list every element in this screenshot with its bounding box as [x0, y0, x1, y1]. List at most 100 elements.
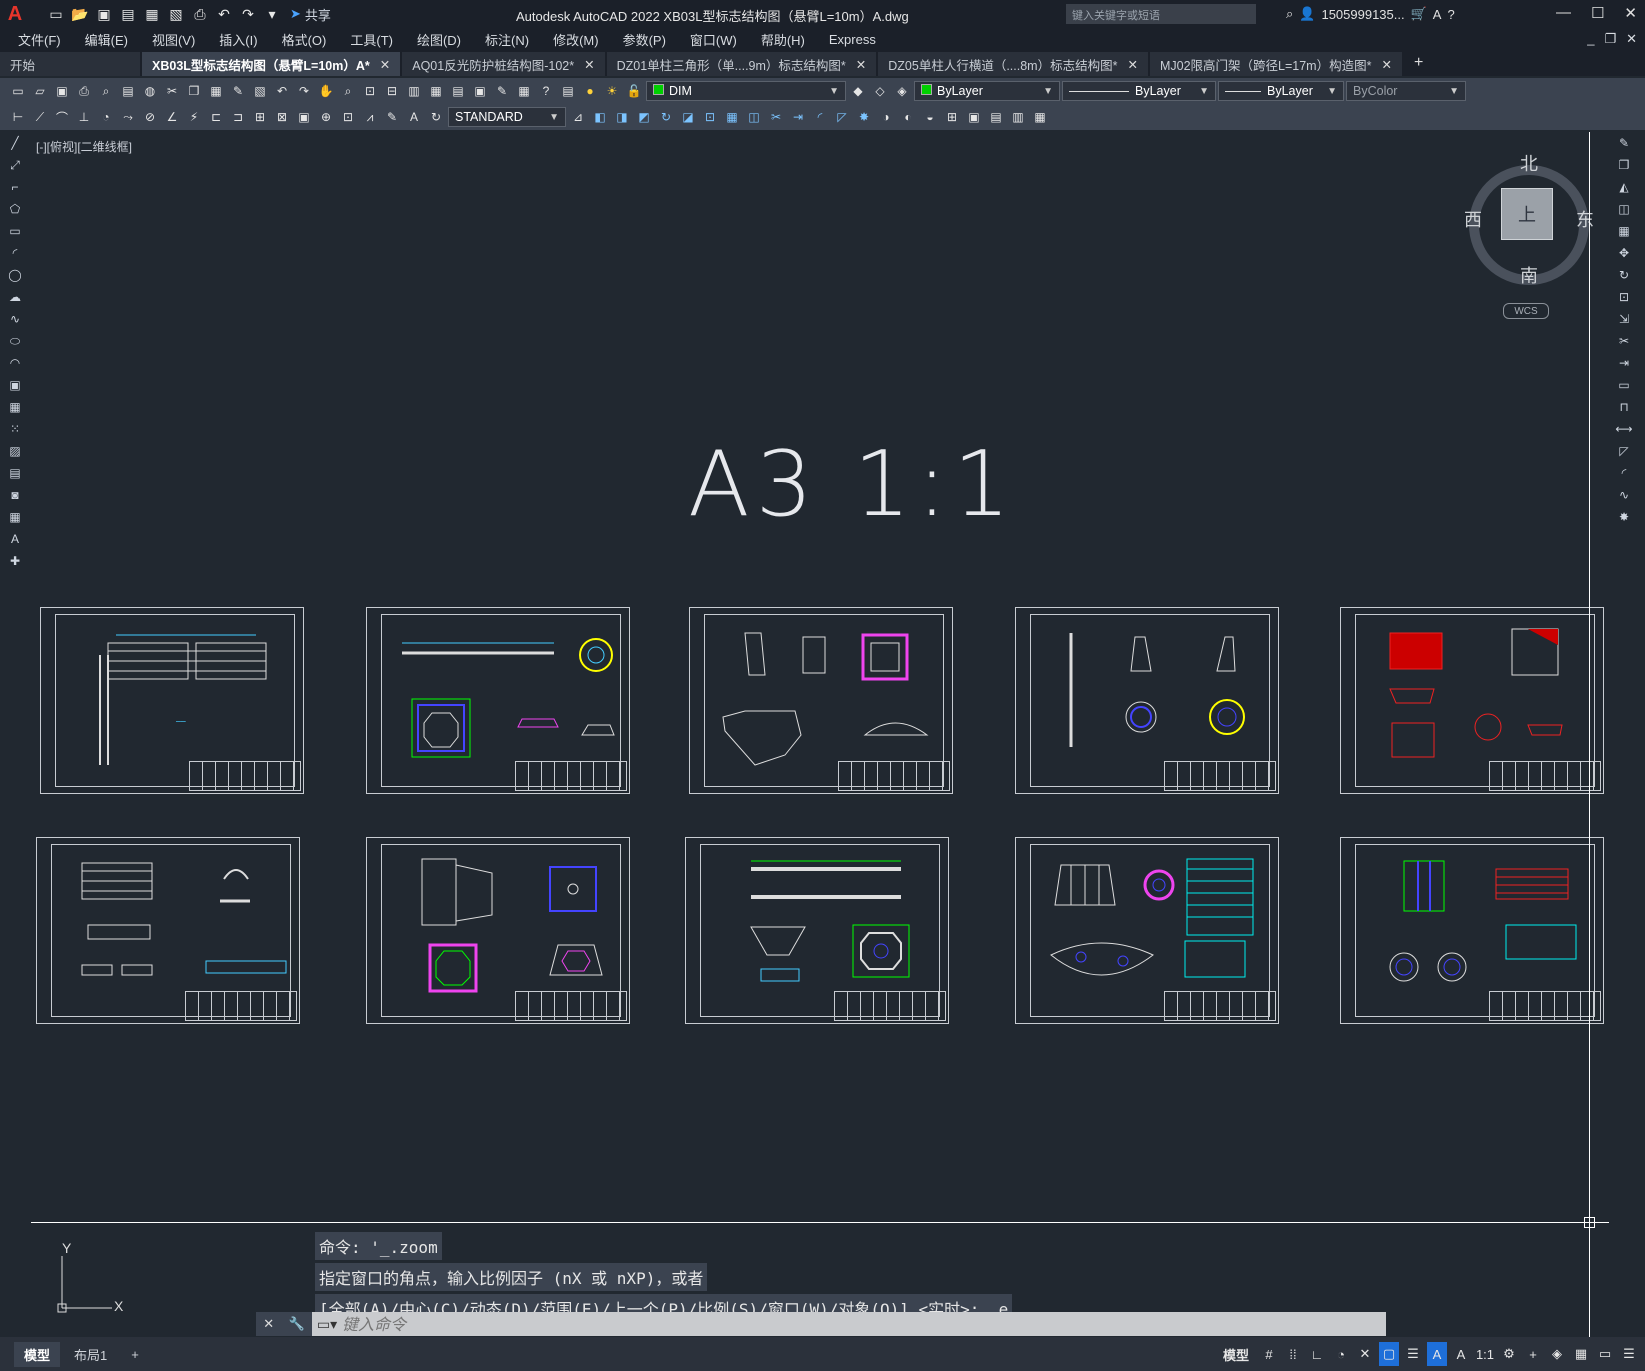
erase-icon[interactable]: ✎ — [1610, 132, 1638, 154]
drawing-sheet[interactable] — [689, 607, 953, 794]
construction-line-icon[interactable]: ⤢ — [0, 154, 30, 176]
tool-palettes-icon[interactable]: ▤ — [448, 81, 468, 101]
ellipse-icon[interactable]: ⬭ — [0, 330, 30, 352]
add-layout-icon[interactable]: + — [121, 1344, 149, 1365]
new-tab-icon[interactable]: + — [1404, 50, 1433, 76]
rotate-modify-icon[interactable]: ↻ — [1610, 264, 1638, 286]
menu-modify[interactable]: 修改(M) — [553, 30, 599, 49]
clean-screen-icon[interactable]: ▭ — [1595, 1342, 1615, 1366]
polyline-icon[interactable]: ⌐ — [0, 176, 30, 198]
zoom-realtime-icon[interactable]: ⌕ — [338, 81, 358, 101]
user-account[interactable]: ⌕ 👤 1505999135... 🛒 A ? — [1286, 6, 1455, 22]
insert-block-draw-icon[interactable]: ▣ — [0, 374, 30, 396]
offset-icon[interactable]: ◫ — [744, 107, 764, 127]
tab-xb03l[interactable]: XB03L型标志结构图（悬臂L=10m）A* ✕ — [142, 52, 401, 76]
annotation-visibility-icon[interactable]: A — [1427, 1342, 1447, 1366]
lineweight-icon[interactable]: ☰ — [1403, 1342, 1423, 1366]
intersect-icon[interactable]: ◒ — [920, 107, 940, 127]
layer-properties-icon[interactable]: ▤ — [558, 81, 578, 101]
close-tab-icon[interactable]: ✕ — [380, 57, 390, 72]
dim-radius-icon[interactable]: ◔ — [96, 107, 116, 127]
hatch-icon[interactable]: ▨ — [0, 440, 30, 462]
mirror-icon[interactable]: ◪ — [678, 107, 698, 127]
refedit-icon[interactable]: ▦ — [1030, 107, 1050, 127]
line-icon[interactable]: ╱ — [0, 132, 30, 154]
close-icon[interactable]: ✕ — [1624, 4, 1637, 22]
a360-icon[interactable]: A — [1433, 7, 1442, 22]
layer-freeze-icon[interactable]: ☀ — [602, 81, 622, 101]
offset-modify-icon[interactable]: ◫ — [1610, 198, 1638, 220]
union-icon[interactable]: ◑ — [876, 107, 896, 127]
menu-edit[interactable]: 编辑(E) — [85, 30, 128, 49]
copy-modify-icon[interactable]: ❐ — [1610, 154, 1638, 176]
chamfer-icon[interactable]: ◸ — [832, 107, 852, 127]
doc-minimize-icon[interactable]: _ — [1587, 31, 1594, 47]
polygon-icon[interactable]: ⬠ — [0, 198, 30, 220]
pan-icon[interactable]: ✋ — [316, 81, 336, 101]
close-command-icon[interactable]: ✕ — [263, 1316, 274, 1332]
polar-icon[interactable]: ◔ — [1331, 1342, 1351, 1366]
open-drawing-icon[interactable]: ▱ — [30, 81, 50, 101]
stretch-icon[interactable]: ◩ — [634, 107, 654, 127]
extend-modify-icon[interactable]: ⇥ — [1610, 352, 1638, 374]
arc-icon[interactable]: ◜ — [0, 242, 30, 264]
gradient-icon[interactable]: ▤ — [0, 462, 30, 484]
ellipse-arc-icon[interactable]: ◠ — [0, 352, 30, 374]
dim-aligned-icon[interactable]: ⟋ — [30, 107, 50, 127]
customize-status-icon[interactable]: ☰ — [1619, 1342, 1639, 1366]
trim-modify-icon[interactable]: ✂ — [1610, 330, 1638, 352]
array-icon[interactable]: ▦ — [722, 107, 742, 127]
undo-tb-icon[interactable]: ↶ — [272, 81, 292, 101]
save-icon[interactable]: ▣ — [94, 4, 114, 24]
minimize-icon[interactable]: — — [1556, 4, 1571, 22]
zoom-previous-icon[interactable]: ⊟ — [382, 81, 402, 101]
table-icon[interactable]: ▦ — [0, 506, 30, 528]
ortho-icon[interactable]: ∟ — [1307, 1342, 1327, 1366]
snap-icon[interactable]: ⁞⁞ — [1283, 1342, 1303, 1366]
wcs-menu[interactable]: WCS — [1503, 303, 1549, 319]
center-mark-icon[interactable]: ⊕ — [316, 107, 336, 127]
tab-aq01[interactable]: AQ01反光防护桩结构图-102* ✕ — [402, 52, 605, 76]
design-center-icon[interactable]: ▦ — [426, 81, 446, 101]
autocad-logo-icon[interactable]: A — [0, 0, 30, 28]
spline-icon[interactable]: ∿ — [0, 308, 30, 330]
viewport-controls[interactable]: [-][俯视][二维线框] — [36, 138, 132, 155]
properties-icon[interactable]: ▥ — [404, 81, 424, 101]
model-space-button[interactable]: 模型 — [1217, 1342, 1255, 1366]
attribute-icon[interactable]: ▤ — [986, 107, 1006, 127]
open-web-icon[interactable]: ▦ — [142, 4, 162, 24]
circle-icon[interactable]: ◯ — [0, 264, 30, 286]
save-drawing-icon[interactable]: ▣ — [52, 81, 72, 101]
publish-icon[interactable]: ▤ — [118, 81, 138, 101]
layer-dropdown[interactable]: DIM ▼ — [646, 81, 846, 101]
trim-icon[interactable]: ✂ — [766, 107, 786, 127]
blend-curves-icon[interactable]: ∿ — [1610, 484, 1638, 506]
new-drawing-icon[interactable]: ▭ — [8, 81, 28, 101]
viewcube-top-face[interactable]: 上 — [1501, 188, 1553, 240]
osnap-icon[interactable]: ▢ — [1379, 1342, 1399, 1366]
tab-layout1[interactable]: 布局1 — [64, 1342, 117, 1367]
dim-angular-icon[interactable]: ∠ — [162, 107, 182, 127]
sheet-set-icon[interactable]: ▣ — [470, 81, 490, 101]
compass-north-label[interactable]: 北 — [1520, 150, 1538, 176]
dim-edit-icon[interactable]: ✎ — [382, 107, 402, 127]
layer-on-icon[interactable]: ● — [580, 81, 600, 101]
plotstyle-dropdown[interactable]: ByColor ▼ — [1346, 81, 1466, 101]
annotation-scale-button[interactable]: 1:1 — [1475, 1342, 1495, 1366]
search-input[interactable]: 键入关键字或短语 — [1066, 4, 1256, 24]
menu-file[interactable]: 文件(F) — [18, 30, 61, 49]
tab-dz01[interactable]: DZ01单柱三角形（单....9m）标志结构图* ✕ — [606, 52, 877, 76]
undo-icon[interactable]: ↶ — [214, 4, 234, 24]
drawing-sheet[interactable] — [36, 837, 300, 1024]
command-input[interactable] — [342, 1314, 1386, 1334]
web-icon[interactable]: ◍ — [140, 81, 160, 101]
zoom-window-icon[interactable]: ⊡ — [360, 81, 380, 101]
compass-east-label[interactable]: 东 — [1576, 206, 1594, 232]
print-icon[interactable]: ⎙ — [74, 81, 94, 101]
fillet-modify-icon[interactable]: ◜ — [1610, 462, 1638, 484]
dim-baseline-icon[interactable]: ⊏ — [206, 107, 226, 127]
drawing-sheet[interactable]: ━━━━ — [40, 607, 304, 794]
help-tb-icon[interactable]: ? — [536, 81, 556, 101]
paste-icon[interactable]: ▦ — [206, 81, 226, 101]
redo-icon[interactable]: ↷ — [238, 4, 258, 24]
